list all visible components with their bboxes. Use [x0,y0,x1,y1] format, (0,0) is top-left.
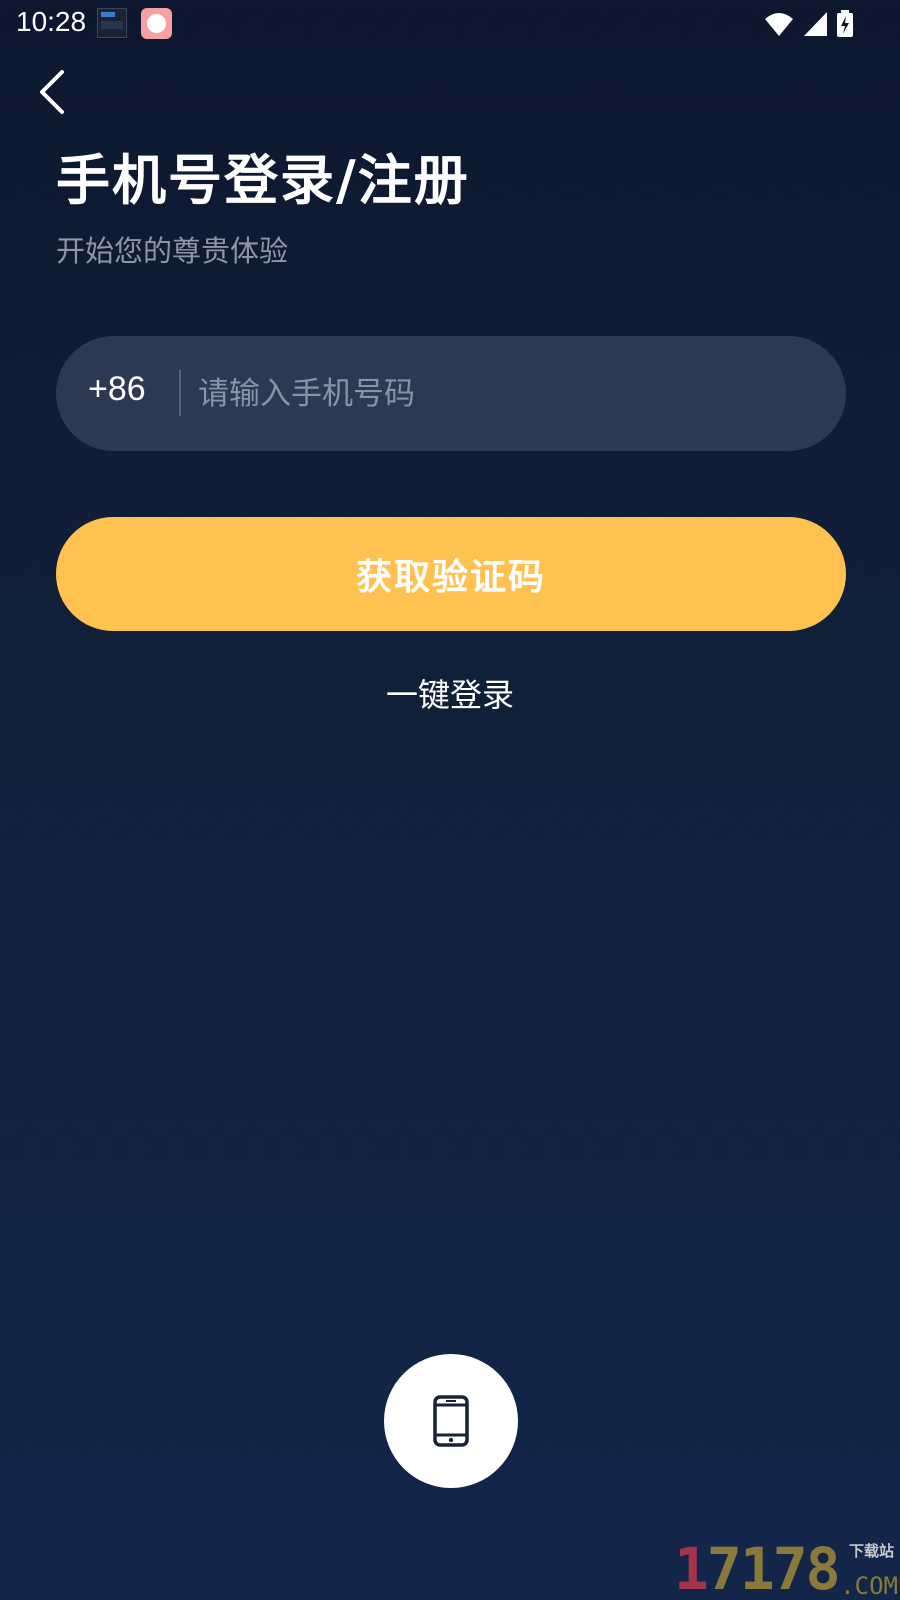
site-watermark: 17178 下载站 .COM [670,1538,900,1600]
field-divider [179,370,181,416]
get-verification-code-button[interactable]: 获取验证码 [56,517,846,631]
watermark-digits: 17178 [674,1535,841,1600]
mobile-phone-icon [433,1395,469,1447]
back-button[interactable] [30,62,80,122]
app-notification-icon [141,8,172,39]
one-key-login-link[interactable]: 一键登录 [0,670,900,716]
page-title: 手机号登录/注册 [56,149,470,212]
watermark-sub: 下载站 [848,1542,894,1560]
cellular-signal-icon [804,12,827,36]
phone-number-field: +86 [56,336,846,451]
clock-widget-icon [97,8,127,38]
page-subtitle: 开始您的尊贵体验 [56,234,289,268]
status-bar: 10:28 [0,0,900,48]
wifi-icon [765,13,793,36]
system-status-icons [764,10,854,38]
battery-charging-icon [837,10,853,37]
watermark-suffix: .COM [840,1572,898,1600]
phone-login-button[interactable] [384,1354,518,1488]
country-code-selector[interactable]: +86 [88,370,146,409]
status-time: 10:28 [16,6,87,37]
chevron-left-icon [40,70,64,114]
phone-number-input[interactable] [196,364,800,424]
